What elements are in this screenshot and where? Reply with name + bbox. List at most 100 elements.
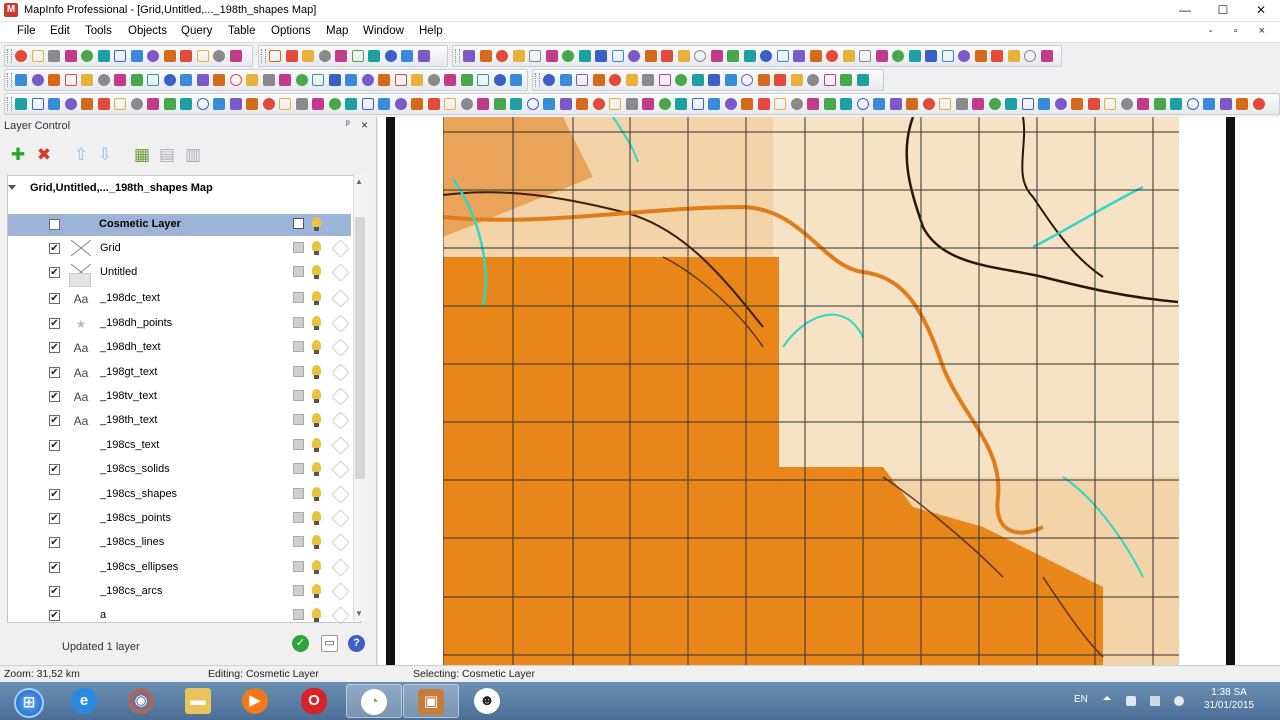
close-button[interactable]: ✕ xyxy=(1242,0,1280,21)
toolbar-tool-icon[interactable] xyxy=(81,50,93,62)
layer-row[interactable]: ✔ _198cs_arcs xyxy=(8,581,351,603)
toolbar-tool-icon[interactable] xyxy=(644,50,657,62)
selectable-toggle-icon[interactable] xyxy=(312,340,321,354)
toolbar-tool-icon[interactable] xyxy=(351,50,364,62)
move-up-icon[interactable]: ⇧ xyxy=(72,146,90,164)
menu-help[interactable]: Help xyxy=(419,25,443,37)
selectable-toggle-icon[interactable] xyxy=(312,217,321,231)
selectable-toggle-icon[interactable] xyxy=(312,265,321,279)
toolbar-tool-icon[interactable] xyxy=(97,98,110,110)
taskbar-app-launcher[interactable]: ◔ xyxy=(346,684,402,718)
layer-row[interactable]: ✔ Grid xyxy=(8,238,351,260)
toolbar-tool-icon[interactable] xyxy=(1170,98,1182,110)
selectable-toggle-icon[interactable] xyxy=(312,389,321,403)
label-toggle-icon[interactable] xyxy=(331,436,350,455)
toolbar-tool-icon[interactable] xyxy=(318,50,331,62)
taskbar-media-player[interactable]: ▶ xyxy=(228,684,284,718)
toolbar-tool-icon[interactable] xyxy=(361,74,374,86)
layer-visibility-checkbox[interactable]: ✔ xyxy=(49,489,60,500)
toolbar-grip[interactable] xyxy=(7,49,12,63)
selectable-toggle-icon[interactable] xyxy=(312,413,321,427)
layer-visibility-checkbox[interactable]: ✔ xyxy=(49,342,60,353)
toolbar-tool-icon[interactable] xyxy=(1054,98,1067,110)
layer-visibility-checkbox[interactable]: ✔ xyxy=(49,367,60,378)
toolbar-tool-icon[interactable] xyxy=(691,74,704,86)
volume-icon[interactable] xyxy=(1174,696,1184,706)
menu-file[interactable]: File xyxy=(17,25,36,37)
toolbar-tool-icon[interactable] xyxy=(81,98,93,110)
toolbar-tool-icon[interactable] xyxy=(31,98,44,110)
toolbar-tool-icon[interactable] xyxy=(262,98,275,110)
selectable-toggle-icon[interactable] xyxy=(312,241,321,255)
toolbar-tool-icon[interactable] xyxy=(592,74,605,86)
toolbar-tool-icon[interactable] xyxy=(1252,98,1265,110)
layer-row[interactable]: ✔ _198cs_text xyxy=(8,435,351,457)
taskbar-mapinfo[interactable]: ▣ xyxy=(403,684,459,718)
editable-toggle-icon[interactable] xyxy=(293,218,304,229)
toolbar-tool-icon[interactable] xyxy=(710,50,723,62)
toolbar-tool-icon[interactable] xyxy=(401,50,413,62)
layer-row[interactable]: ✔ _198cs_lines xyxy=(8,532,351,554)
toolbar-tool-icon[interactable] xyxy=(130,98,143,110)
toolbar-tool-icon[interactable] xyxy=(1021,98,1034,110)
toolbar-tool-icon[interactable] xyxy=(64,50,77,62)
label-toggle-icon[interactable] xyxy=(331,582,350,601)
label-toggle-icon[interactable] xyxy=(331,411,350,430)
toolbar-tool-icon[interactable] xyxy=(545,50,558,62)
toolbar-tool-icon[interactable] xyxy=(908,50,921,62)
toolbar-tool-icon[interactable] xyxy=(661,50,673,62)
toolbar-tool-icon[interactable] xyxy=(724,74,737,86)
label-toggle-icon[interactable] xyxy=(331,460,350,479)
editable-toggle-icon[interactable] xyxy=(293,292,304,303)
toolbar-tool-icon[interactable] xyxy=(741,74,753,86)
help-button[interactable]: ? xyxy=(348,635,365,652)
toolbar-tool-icon[interactable] xyxy=(790,98,803,110)
tray-arrow-icon[interactable] xyxy=(1103,696,1111,700)
label-toggle-icon[interactable] xyxy=(331,558,350,577)
toolbar-tool-icon[interactable] xyxy=(496,50,508,62)
editable-toggle-icon[interactable] xyxy=(293,366,304,377)
system-clock[interactable]: 1:38 SA 31/01/2015 xyxy=(1196,686,1262,712)
toolbar-tool-icon[interactable] xyxy=(114,74,126,86)
remove-layer-icon[interactable]: ✖ xyxy=(35,146,53,164)
toolbar-tool-icon[interactable] xyxy=(196,98,209,110)
map-root-node[interactable]: Grid,Untitled,..._198th_shapes Map xyxy=(30,182,213,194)
toolbar-tool-icon[interactable] xyxy=(31,50,44,62)
toolbar-tool-icon[interactable] xyxy=(114,50,126,62)
layer-row[interactable]: ✔ Untitled xyxy=(8,262,351,284)
toolbar-tool-icon[interactable] xyxy=(609,98,621,110)
menu-tools[interactable]: Tools xyxy=(85,25,112,37)
toolbar-tool-icon[interactable] xyxy=(302,50,314,62)
toolbar-tool-icon[interactable] xyxy=(394,74,407,86)
toolbar-tool-icon[interactable] xyxy=(48,98,60,110)
toolbar-tool-icon[interactable] xyxy=(856,74,869,86)
toolbar-tool-icon[interactable] xyxy=(48,74,60,86)
toolbar-tool-icon[interactable] xyxy=(1038,98,1050,110)
editable-toggle-icon[interactable] xyxy=(293,609,304,620)
selectable-toggle-icon[interactable] xyxy=(312,560,321,574)
toolbar-tool-icon[interactable] xyxy=(15,98,27,110)
layer-row[interactable]: ✔ Aa _198dh_text xyxy=(8,337,351,359)
label-toggle-icon[interactable] xyxy=(331,314,350,333)
editable-toggle-icon[interactable] xyxy=(293,512,304,523)
toolbar-tool-icon[interactable] xyxy=(427,74,440,86)
editable-toggle-icon[interactable] xyxy=(293,536,304,547)
menu-window[interactable]: Window xyxy=(363,25,404,37)
layer-row[interactable]: ✔ Aa _198th_text xyxy=(8,410,351,432)
menu-edit[interactable]: Edit xyxy=(50,25,70,37)
toolbar-tool-icon[interactable] xyxy=(743,50,756,62)
toolbar-tool-icon[interactable] xyxy=(543,98,555,110)
selectable-toggle-icon[interactable] xyxy=(312,511,321,525)
toolbar-tool-icon[interactable] xyxy=(361,98,374,110)
editable-toggle-icon[interactable] xyxy=(293,390,304,401)
toolbar-tool-icon[interactable] xyxy=(130,74,143,86)
toolbar-tool-icon[interactable] xyxy=(842,50,855,62)
editable-toggle-icon[interactable] xyxy=(293,585,304,596)
toolbar-tool-icon[interactable] xyxy=(285,50,298,62)
add-layer-icon[interactable]: ✚ xyxy=(9,146,27,164)
toolbar-tool-icon[interactable] xyxy=(840,98,852,110)
toolbar-tool-icon[interactable] xyxy=(279,74,291,86)
toolbar-tool-icon[interactable] xyxy=(229,98,242,110)
toolbar-tool-icon[interactable] xyxy=(1236,98,1248,110)
toolbar-tool-icon[interactable] xyxy=(1203,98,1215,110)
